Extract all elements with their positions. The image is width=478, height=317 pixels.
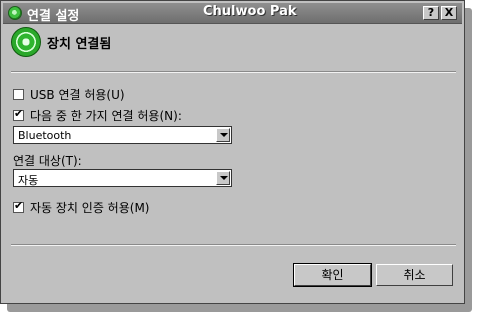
title-bar[interactable]: 연결 설정 Chulwoo Pak ? X (3, 3, 462, 24)
multi-connection-option[interactable]: ✔ 다음 중 한 가지 연결 허용(N): (13, 107, 182, 124)
close-button[interactable]: X (441, 6, 457, 20)
window-caption: Chulwoo Pak (203, 4, 297, 19)
app-icon (8, 6, 22, 20)
auto-auth-checkbox[interactable]: ✔ (13, 199, 24, 213)
header-title: 장치 연결됨 (47, 37, 112, 52)
auto-auth-label: 자동 장치 인증 허용(M) (30, 201, 150, 215)
target-label: 연결 대상(T): (13, 154, 82, 168)
connected-device-icon (11, 27, 41, 57)
multi-connection-label: 다음 중 한 가지 연결 허용(N): (30, 109, 182, 123)
separator-bottom (11, 244, 456, 246)
usb-label: USB 연결 허용(U) (30, 88, 125, 102)
checkmark-icon: ✔ (14, 107, 24, 120)
chevron-down-icon (220, 176, 228, 180)
connection-type-value: Bluetooth (18, 129, 72, 142)
close-icon: X (444, 6, 454, 19)
cancel-button[interactable]: 취소 (376, 264, 453, 286)
ok-button[interactable]: 확인 (293, 263, 372, 287)
separator-top (11, 71, 456, 73)
help-icon: ? (427, 6, 435, 19)
usb-option[interactable]: USB 연결 허용(U) (13, 86, 125, 103)
connection-type-select[interactable]: Bluetooth (13, 126, 232, 144)
multi-connection-checkbox[interactable]: ✔ (13, 107, 24, 121)
chevron-down-icon (220, 133, 228, 137)
help-button[interactable]: ? (423, 6, 439, 20)
auto-auth-option[interactable]: ✔ 자동 장치 인증 허용(M) (13, 199, 149, 216)
checkmark-icon: ✔ (14, 199, 24, 212)
window-title: 연결 설정 (27, 9, 80, 24)
target-dropdown-button[interactable] (216, 171, 230, 185)
connection-type-dropdown-button[interactable] (216, 128, 230, 142)
target-select[interactable]: 자동 (13, 169, 232, 187)
target-value: 자동 (18, 174, 39, 187)
dialog-window: 연결 설정 Chulwoo Pak ? X 장치 연결됨 USB 연결 허용(U… (0, 0, 465, 304)
usb-checkbox[interactable] (13, 89, 24, 100)
